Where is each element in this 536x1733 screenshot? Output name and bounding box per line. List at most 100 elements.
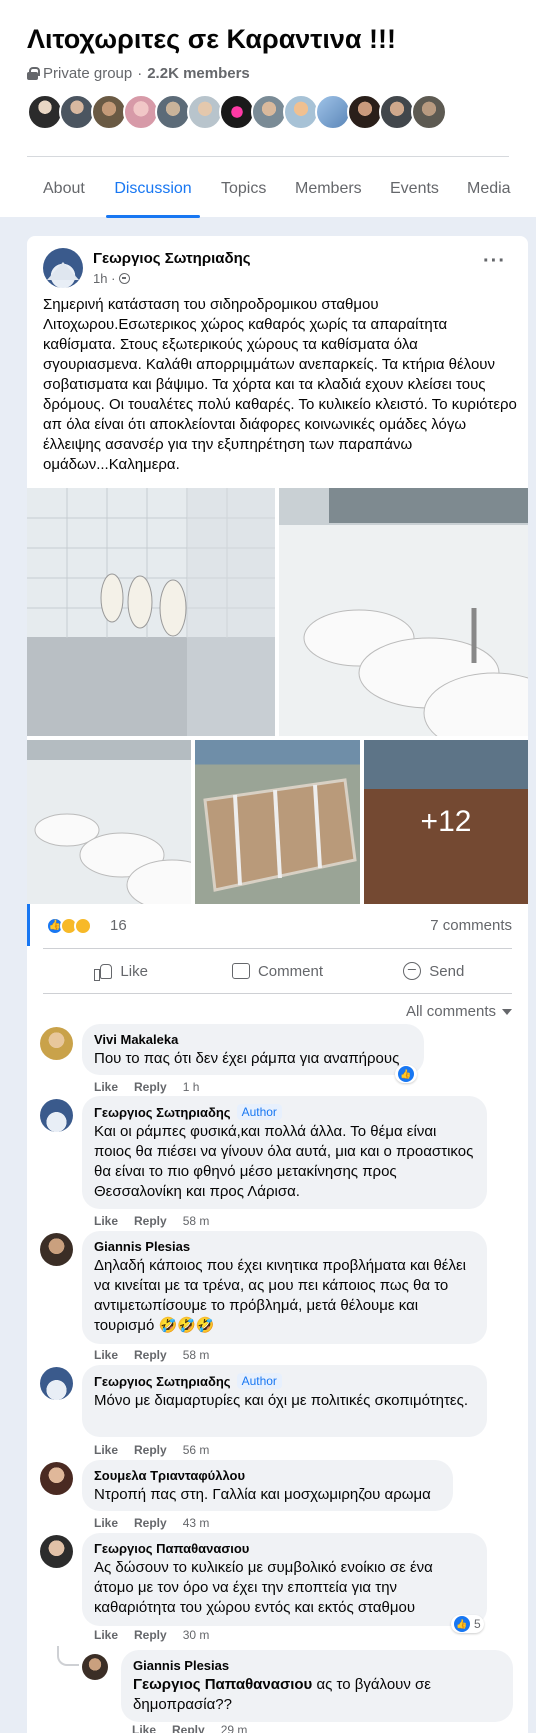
comment-meta: Like Reply 58 m: [94, 1214, 209, 1228]
avatar[interactable]: [283, 94, 319, 130]
comment-author[interactable]: Σουμελα Τριανταφύλλου: [94, 1468, 441, 1483]
photo-urinals[interactable]: [27, 488, 275, 736]
audience-icon: [119, 273, 131, 284]
comment-button[interactable]: Comment: [199, 949, 355, 993]
lock-icon: [27, 67, 40, 80]
comment-meta: Like Reply 43 m: [94, 1516, 209, 1530]
comment-reactions[interactable]: 👍: [395, 1065, 417, 1083]
send-button[interactable]: Send: [356, 949, 512, 993]
comment-time[interactable]: 43 m: [183, 1516, 210, 1530]
comment-reply-button[interactable]: Reply: [134, 1516, 167, 1530]
group-privacy: Private group: [43, 65, 133, 82]
group-title[interactable]: Λιτοχωριτες σε Καραντινα !!!: [27, 24, 396, 55]
avatar[interactable]: [40, 1099, 73, 1132]
comment-like-button[interactable]: Like: [94, 1628, 118, 1642]
avatar[interactable]: [40, 1233, 73, 1266]
avatar[interactable]: [347, 94, 383, 130]
comment-filter-dropdown[interactable]: All comments: [406, 1003, 512, 1020]
group-header: Λιτοχωριτες σε Καραντινα !!! Private gro…: [0, 0, 536, 218]
comment-time[interactable]: 58 m: [183, 1214, 210, 1228]
photo-grid: +12: [27, 488, 528, 904]
group-members-count[interactable]: 2.2K members: [147, 65, 250, 82]
comment-author[interactable]: Giannis Plesias: [94, 1239, 475, 1254]
reaction-count[interactable]: 16: [110, 917, 127, 934]
avatar[interactable]: [315, 94, 351, 130]
comment-reply-button[interactable]: Reply: [134, 1628, 167, 1642]
comment-time[interactable]: 29 m: [221, 1723, 248, 1733]
comment-text: Ας δώσουν το κυλικείο με συμβολικό ενοίκ…: [94, 1559, 433, 1616]
comment-like-button[interactable]: Like: [94, 1214, 118, 1228]
avatar[interactable]: [82, 1654, 108, 1680]
comment-text: Που το πας ότι δεν έχει ράμπα για αναπήρ…: [94, 1050, 400, 1067]
avatar[interactable]: [379, 94, 415, 130]
comment-icon: [231, 963, 250, 979]
post-author[interactable]: Γεωργιος Σωτηριαδης: [93, 250, 251, 267]
tab-about[interactable]: About: [43, 157, 85, 218]
comment-bubble: Γεωργιος Παπαθανασιου Ας δώσουν το κυλικ…: [82, 1533, 487, 1626]
avatar[interactable]: [43, 248, 83, 288]
comment-author[interactable]: Giannis Plesias: [133, 1658, 501, 1673]
comment-reply-button[interactable]: Reply: [134, 1443, 167, 1457]
reply-thread-line: [57, 1646, 79, 1666]
comment-bubble: Γεωργιος Σωτηριαδης Author Μόνο με διαμα…: [82, 1365, 487, 1437]
comment-reply-button[interactable]: Reply: [134, 1080, 167, 1094]
comment-like-button[interactable]: Like: [132, 1723, 156, 1733]
comment-author[interactable]: Γεωργιος Σωτηριαδης: [94, 1374, 231, 1389]
comment-reply-button[interactable]: Reply: [134, 1214, 167, 1228]
comment-like-button[interactable]: Like: [94, 1443, 118, 1457]
tab-topics[interactable]: Topics: [221, 157, 266, 218]
more-photos-count[interactable]: +12: [364, 740, 528, 904]
wow-reaction-icon: [74, 917, 92, 935]
comment-like-button[interactable]: Like: [94, 1080, 118, 1094]
comment-author[interactable]: Γεωργιος Παπαθανασιου: [94, 1541, 475, 1556]
comment-mention[interactable]: Γεωργιος Παπαθανασιου: [133, 1676, 312, 1693]
comment-reply-button[interactable]: Reply: [172, 1723, 205, 1733]
more-options-icon[interactable]: ···: [483, 251, 506, 271]
photo-building-more[interactable]: +12: [364, 740, 528, 904]
comment-time[interactable]: 56 m: [183, 1443, 210, 1457]
post-timestamp[interactable]: 1h ·: [93, 271, 115, 286]
tab-discussion[interactable]: Discussion: [106, 157, 200, 218]
avatar[interactable]: [40, 1535, 73, 1568]
like-button[interactable]: Like: [43, 949, 199, 993]
tab-events[interactable]: Events: [390, 157, 439, 218]
avatar[interactable]: [123, 94, 159, 130]
avatar[interactable]: [187, 94, 223, 130]
photo-sinks-2[interactable]: [27, 740, 191, 904]
comment-meta: Like Reply 1 h: [94, 1080, 199, 1094]
comment-author[interactable]: Vivi Makaleka: [94, 1032, 412, 1047]
avatar[interactable]: [27, 94, 63, 130]
avatar[interactable]: [40, 1027, 73, 1060]
comments-count[interactable]: 7 comments: [430, 917, 512, 934]
comment-bubble: Giannis Plesias Δηλαδή κάποιος που έχει …: [82, 1231, 487, 1344]
comment-filter-label: All comments: [405, 1003, 496, 1020]
comment-author[interactable]: Γεωργιος Σωτηριαδης: [94, 1105, 231, 1120]
comment-reaction-count: 5: [474, 1617, 481, 1631]
like-label: Like: [120, 962, 148, 980]
comment-time[interactable]: 58 m: [183, 1348, 210, 1362]
avatar[interactable]: [251, 94, 287, 130]
reaction-icons[interactable]: 👍: [46, 917, 92, 935]
photo-benches[interactable]: [195, 740, 360, 904]
comment-reply-button[interactable]: Reply: [134, 1348, 167, 1362]
comment-text: Μόνο με διαμαρτυρίες και όχι με πολιτικέ…: [94, 1392, 469, 1409]
avatar[interactable]: [40, 1462, 73, 1495]
avatar[interactable]: [59, 94, 95, 130]
photo-sinks[interactable]: [279, 488, 528, 736]
comment-meta: Like Reply 58 m: [94, 1348, 209, 1362]
tab-members[interactable]: Members: [295, 157, 362, 218]
member-avatars[interactable]: [27, 94, 447, 130]
tab-media[interactable]: Media: [467, 157, 511, 218]
comment-reactions[interactable]: 👍 5: [451, 1615, 484, 1633]
avatar[interactable]: [411, 94, 447, 130]
avatar[interactable]: [155, 94, 191, 130]
comment-like-button[interactable]: Like: [94, 1516, 118, 1530]
comment-like-button[interactable]: Like: [94, 1348, 118, 1362]
avatar[interactable]: [91, 94, 127, 130]
comment-text: Γεωργιος Παπαθανασιου ας το βγάλουν σε δ…: [133, 1675, 501, 1715]
avatar[interactable]: [40, 1367, 73, 1400]
comment-time[interactable]: 1 h: [183, 1080, 200, 1094]
avatar[interactable]: [219, 94, 255, 130]
meta-separator: ·: [137, 65, 143, 82]
comment-time[interactable]: 30 m: [183, 1628, 210, 1642]
